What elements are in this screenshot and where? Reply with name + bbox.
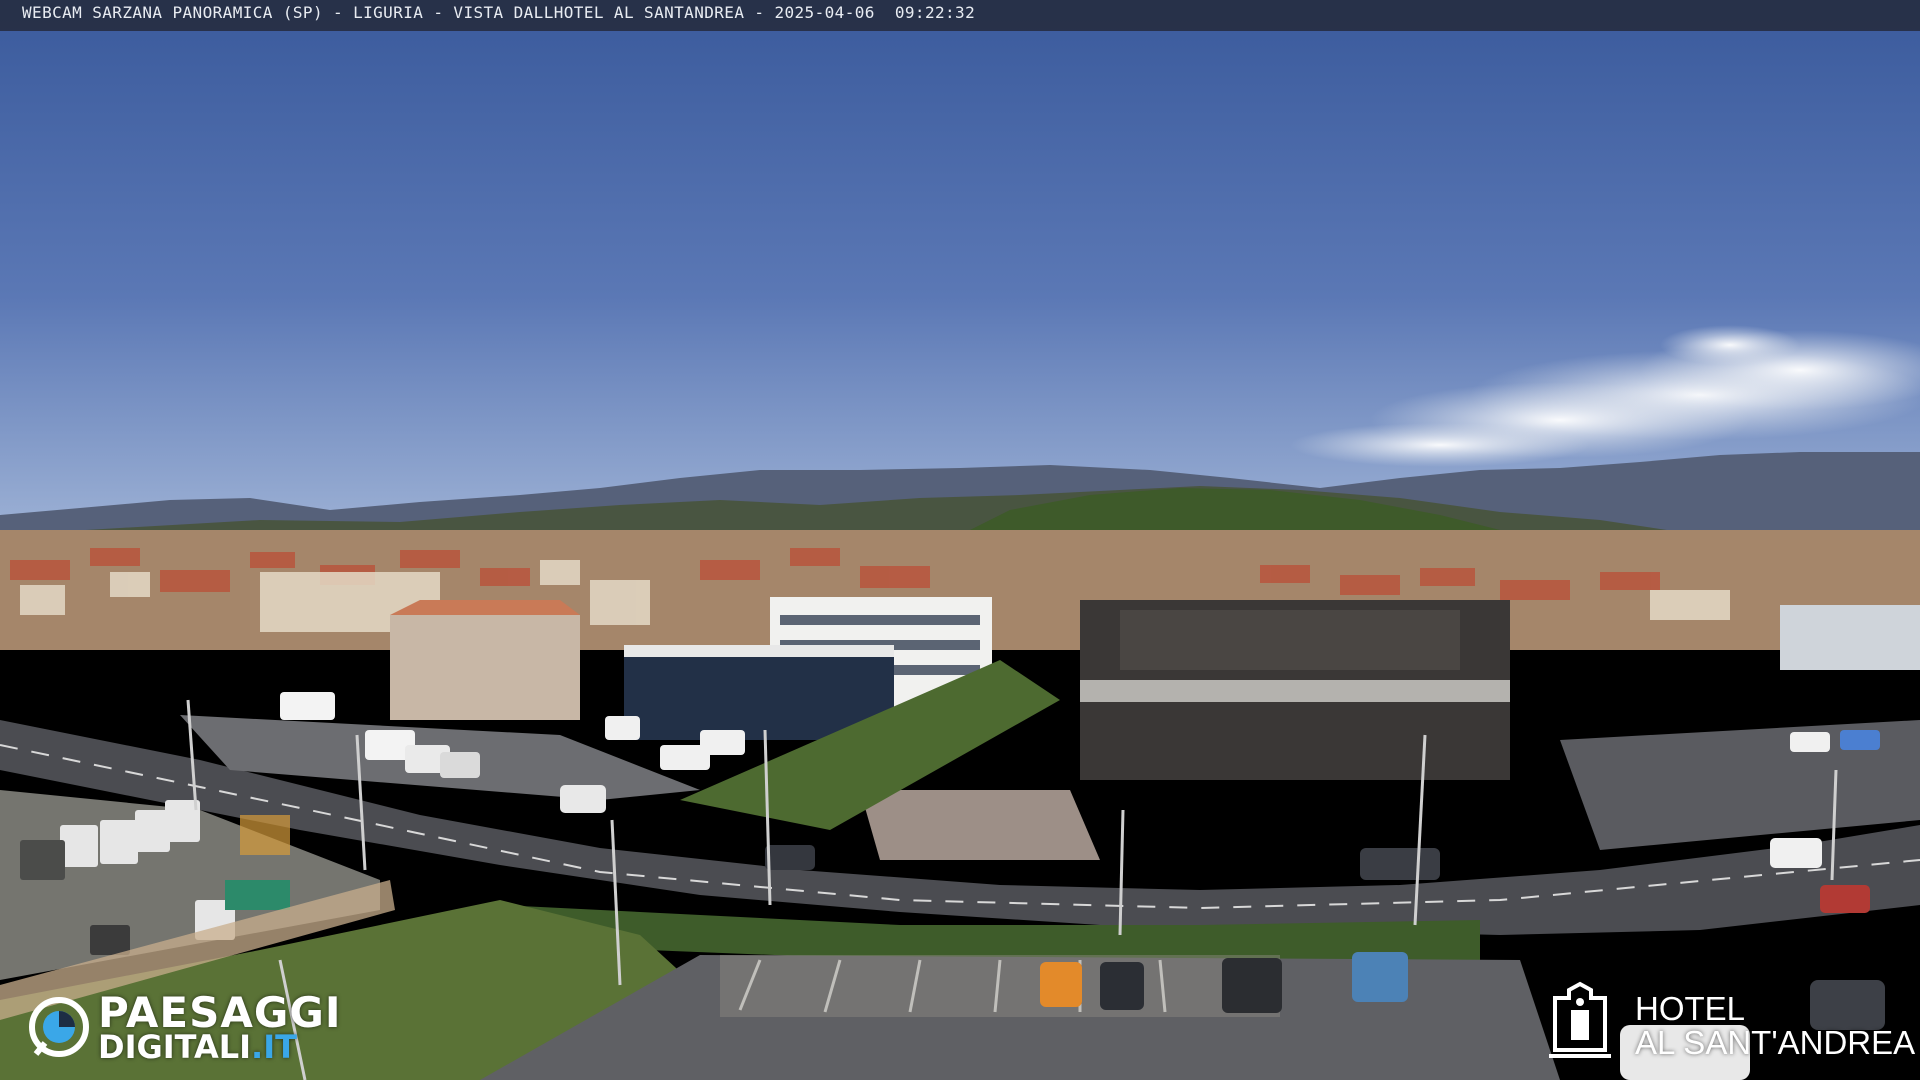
webcam-caption: WEBCAM SARZANA PANORAMICA (SP) - LIGURIA… bbox=[22, 3, 976, 22]
logo-left-line2-suffix: .IT bbox=[251, 1028, 297, 1066]
plaza bbox=[860, 790, 1100, 860]
caption-bar: WEBCAM SARZANA PANORAMICA (SP) - LIGURIA… bbox=[0, 0, 1920, 31]
camera-lens-icon bbox=[29, 997, 89, 1057]
logo-left-line2-main: DIGITALI bbox=[98, 1028, 252, 1066]
hotel-logo: HOTEL AL SANT'ANDREA bbox=[1540, 976, 1915, 1066]
webcam-frame: WEBCAM SARZANA PANORAMICA (SP) - LIGURIA… bbox=[0, 0, 1920, 1080]
hotel-emblem-icon bbox=[1549, 981, 1611, 1058]
logo-left-line2: DIGITALI.IT bbox=[98, 1028, 297, 1066]
sky bbox=[0, 0, 1920, 540]
hotel-logo-line1: HOTEL bbox=[1635, 990, 1746, 1027]
landscape-scene bbox=[0, 0, 1920, 1080]
hotel-logo-line2: AL SANT'ANDREA bbox=[1635, 1024, 1916, 1061]
pixelated-building bbox=[390, 615, 580, 720]
warehouse bbox=[1780, 605, 1920, 670]
paesaggi-digitali-logo: PAESAGGI DIGITALI.IT bbox=[28, 988, 340, 1066]
